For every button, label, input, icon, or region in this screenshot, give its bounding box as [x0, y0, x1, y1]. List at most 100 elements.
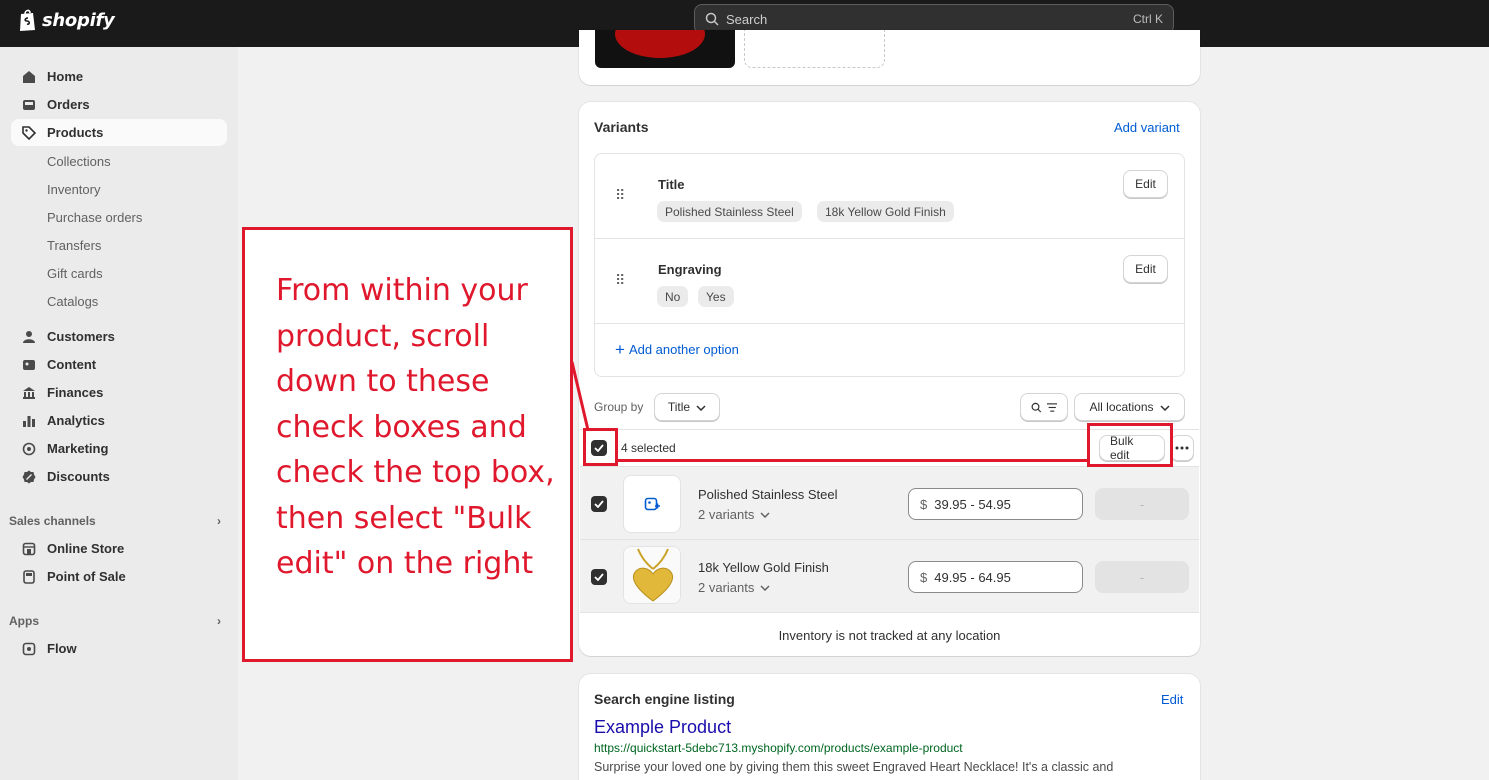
selected-count: 4 selected	[621, 441, 676, 455]
nav-customers[interactable]: Customers	[11, 323, 227, 350]
price-field[interactable]: $ 49.95 - 64.95	[908, 561, 1083, 593]
pos-icon	[21, 569, 37, 585]
sales-channels-header[interactable]: Sales channels ›	[9, 514, 221, 528]
row-checkbox[interactable]	[591, 496, 607, 512]
chevron-down-icon	[1159, 400, 1170, 414]
option-value-chip: Yes	[698, 286, 734, 307]
variant-image[interactable]	[623, 546, 681, 604]
nav-inventory[interactable]: Inventory	[47, 182, 100, 197]
bank-icon	[21, 385, 37, 401]
highlight-connector-line	[616, 459, 1089, 462]
locations-select[interactable]: All locations	[1074, 393, 1185, 421]
nav-online-store[interactable]: Online Store	[11, 535, 227, 562]
nav-catalogs[interactable]: Catalogs	[47, 294, 98, 309]
shopify-bag-icon	[20, 9, 35, 31]
nav-point-of-sale[interactable]: Point of Sale	[11, 563, 227, 590]
plus-icon: +	[615, 340, 625, 359]
more-horizontal-icon	[1175, 446, 1189, 450]
variant-row[interactable]: 18k Yellow Gold Finish 2 variants $ 49.9…	[580, 539, 1199, 612]
price-value: 49.95 - 64.95	[934, 569, 1011, 585]
variants-title: Variants	[594, 119, 649, 135]
nav-discounts[interactable]: Discounts	[11, 463, 227, 490]
drag-handle-icon[interactable]: ⠿	[615, 272, 625, 289]
nav-analytics-label: Analytics	[47, 413, 105, 428]
nav-marketing-label: Marketing	[47, 441, 109, 456]
nav-gift-cards[interactable]: Gift cards	[47, 266, 103, 281]
filter-icon	[1046, 402, 1057, 412]
search-icon	[705, 12, 719, 26]
variant-count-toggle[interactable]: 2 variants	[698, 507, 770, 522]
option-name: Engraving	[658, 262, 722, 277]
search-icon	[1031, 402, 1042, 412]
group-by-select[interactable]: Title	[654, 393, 720, 421]
variant-image-placeholder[interactable]	[623, 475, 681, 533]
nav-content[interactable]: Content	[11, 351, 227, 378]
add-another-option-label: Add another option	[628, 342, 739, 357]
variant-name: 18k Yellow Gold Finish	[698, 560, 829, 575]
option-row-title: ⠿ Title Polished Stainless Steel 18k Yel…	[595, 154, 1184, 239]
nav-transfers[interactable]: Transfers	[47, 238, 101, 253]
nav-marketing[interactable]: Marketing	[11, 435, 227, 462]
apps-header[interactable]: Apps ›	[9, 614, 221, 628]
divider	[580, 612, 1199, 613]
add-another-option[interactable]: + Add another option	[615, 340, 739, 359]
variant-row[interactable]: Polished Stainless Steel 2 variants $ 39…	[580, 466, 1199, 539]
add-image-icon	[644, 497, 660, 511]
store-icon	[21, 541, 37, 557]
group-by-value: Title	[667, 400, 691, 414]
nav-orders[interactable]: Orders	[11, 91, 227, 118]
option-name: Title	[658, 177, 685, 192]
search-placeholder: Search	[726, 11, 768, 27]
options-box: ⠿ Title Polished Stainless Steel 18k Yel…	[594, 153, 1185, 377]
nav-customers-label: Customers	[47, 329, 115, 344]
nav-home-label: Home	[47, 69, 84, 84]
variant-count: 2 variants	[698, 580, 755, 595]
search-filter-button[interactable]	[1020, 393, 1068, 421]
currency-symbol: $	[920, 569, 928, 585]
nav-point-of-sale-label: Point of Sale	[47, 569, 126, 584]
chevron-down-icon	[696, 400, 706, 414]
tag-icon	[21, 125, 37, 141]
seo-edit-link[interactable]: Edit	[1161, 692, 1183, 707]
check-icon	[594, 500, 604, 508]
locations-value: All locations	[1089, 400, 1154, 414]
edit-option-button[interactable]: Edit	[1123, 255, 1168, 283]
drag-handle-icon[interactable]: ⠿	[615, 187, 625, 204]
chevron-down-icon	[760, 511, 770, 518]
annotation-pointer-line	[570, 361, 590, 431]
add-media-dropzone[interactable]	[744, 30, 885, 68]
variant-count-toggle[interactable]: 2 variants	[698, 580, 770, 595]
quantity-field: -	[1095, 561, 1189, 593]
nav-orders-label: Orders	[47, 97, 90, 112]
search-shortcut: Ctrl K	[1133, 12, 1163, 26]
nav-products[interactable]: Products	[11, 119, 227, 146]
nav-collections[interactable]: Collections	[47, 154, 111, 169]
seo-title: Search engine listing	[594, 691, 735, 707]
group-by-label: Group by	[594, 400, 644, 414]
edit-option-button[interactable]: Edit	[1123, 170, 1168, 198]
seo-description: Surprise your loved one by giving them t…	[594, 760, 1114, 774]
inventory-note: Inventory is not tracked at any location	[778, 628, 1001, 643]
chevron-right-icon: ›	[217, 614, 221, 628]
quantity-field: -	[1095, 488, 1189, 520]
chevron-down-icon	[760, 584, 770, 591]
nav-finances[interactable]: Finances	[11, 379, 227, 406]
shopify-logo[interactable]: shopify	[18, 8, 115, 32]
row-checkbox[interactable]	[591, 569, 607, 585]
nav-purchase-orders[interactable]: Purchase orders	[47, 210, 142, 225]
add-variant-link[interactable]: Add variant	[1114, 120, 1180, 135]
nav-flow[interactable]: Flow	[11, 635, 227, 662]
nav-online-store-label: Online Store	[47, 541, 125, 556]
flow-icon	[21, 641, 37, 657]
seo-page-title: Example Product	[594, 717, 732, 737]
variant-count: 2 variants	[698, 507, 755, 522]
seo-url: https://quickstart-5debc713.myshopify.co…	[594, 741, 963, 755]
content-icon	[21, 357, 37, 373]
currency-symbol: $	[920, 496, 928, 512]
nav-analytics[interactable]: Analytics	[11, 407, 227, 434]
nav-home[interactable]: Home	[11, 63, 227, 90]
product-image[interactable]	[595, 30, 735, 68]
more-actions-button[interactable]	[1170, 435, 1194, 461]
price-field[interactable]: $ 39.95 - 54.95	[908, 488, 1083, 520]
home-icon	[21, 69, 37, 85]
